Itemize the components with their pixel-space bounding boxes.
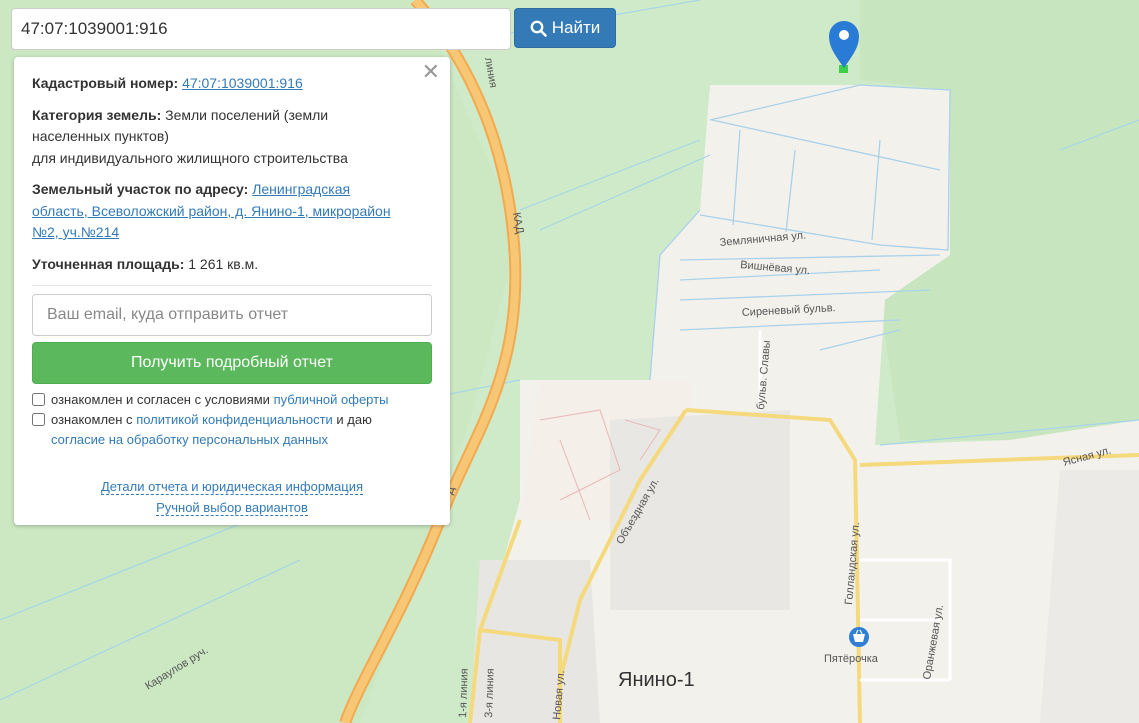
search-button-label: Найти	[551, 18, 601, 37]
email-field[interactable]	[32, 294, 432, 336]
privacy-checkbox[interactable]	[32, 413, 45, 426]
offer-text: ознакомлен и согласен с условиями	[51, 392, 270, 407]
category-value-1: Земли поселений (земли	[165, 106, 329, 123]
search-icon	[530, 20, 547, 37]
close-icon[interactable]: ✕	[422, 61, 440, 83]
map-label-3liniya: 3-я линия	[483, 668, 497, 718]
address-row: Земельный участок по адресу: Ленинградск…	[32, 179, 432, 244]
privacy-checkbox-row: ознакомлен с политикой конфиденциальност…	[32, 410, 432, 450]
privacy-text-2: и даю	[336, 412, 372, 427]
offer-link[interactable]: публичной оферты	[274, 392, 389, 407]
panel-footer: Детали отчета и юридическая информация Р…	[32, 476, 432, 518]
address-link-2[interactable]: область, Всеволожский район, д. Янино-1,…	[32, 203, 391, 219]
manual-selection-link[interactable]: Ручной выбор вариантов	[156, 500, 308, 516]
category-row: Категория земель: Земли поселений (земли…	[32, 105, 432, 170]
category-label: Категория земель:	[32, 106, 162, 123]
privacy-text: ознакомлен с	[51, 412, 133, 427]
cadastral-link[interactable]: 47:07:1039001:916	[182, 75, 303, 91]
address-link-1[interactable]: Ленинградская	[252, 181, 350, 197]
report-details-link[interactable]: Детали отчета и юридическая информация	[100, 479, 364, 495]
area-value: 1 261 кв.м.	[188, 255, 259, 272]
offer-checkbox[interactable]	[32, 393, 45, 406]
search-button[interactable]: Найти	[514, 8, 616, 48]
shop-basket-icon[interactable]	[849, 627, 869, 647]
cadastral-search-input[interactable]	[11, 8, 511, 50]
map-label-town: Янино-1	[618, 669, 695, 691]
offer-checkbox-row: ознакомлен и согласен с условиями публич…	[32, 390, 432, 410]
category-value-2: населенных пунктов)	[32, 128, 169, 144]
consent-link[interactable]: согласие на обработку персональных данны…	[51, 432, 328, 447]
address-label: Земельный участок по адресу:	[32, 181, 249, 197]
address-link-3[interactable]: №2, уч.№214	[32, 224, 119, 240]
cadastral-label: Кадастровый номер:	[32, 75, 179, 91]
category-value-3: для индивидуального жилищного строительс…	[32, 149, 348, 166]
cadastral-row: Кадастровый номер: 47:07:1039001:916	[32, 73, 432, 95]
privacy-link[interactable]: политикой конфиденциальности	[136, 412, 333, 427]
get-report-button[interactable]: Получить подробный отчет	[32, 342, 432, 384]
divider	[32, 285, 432, 286]
parcel-info-panel: ✕ Кадастровый номер: 47:07:1039001:916 К…	[14, 57, 450, 525]
area-row: Уточненная площадь: 1 261 кв.м.	[32, 254, 432, 276]
area-label: Уточненная площадь:	[32, 255, 185, 272]
map-label-shop: Пятёрочка	[824, 653, 879, 665]
map-label-1liniya: 1-я линия	[457, 668, 471, 718]
